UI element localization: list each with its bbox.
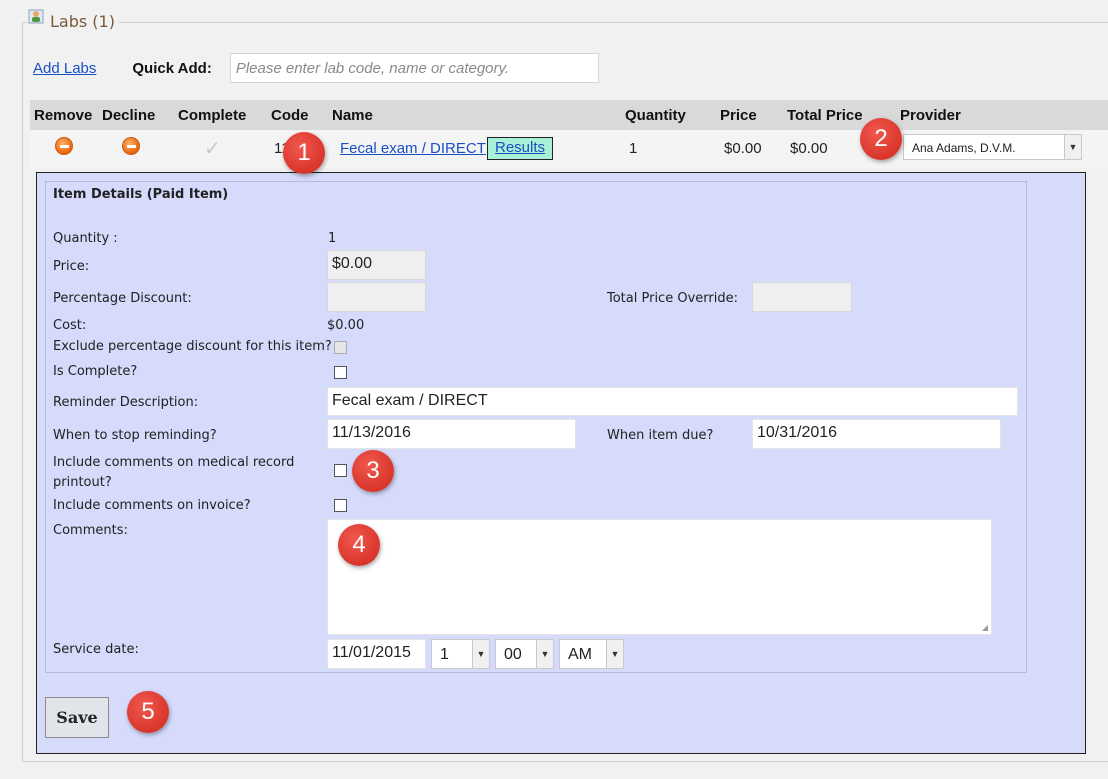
hour-select[interactable]: 1 ▼ bbox=[431, 639, 490, 669]
callout-badge-1: 1 bbox=[283, 132, 325, 174]
resize-handle-icon[interactable]: ◢ bbox=[982, 623, 988, 632]
details-title: Item Details (Paid Item) bbox=[53, 187, 229, 202]
header-total-price: Total Price bbox=[787, 107, 863, 124]
save-button[interactable]: Save bbox=[45, 697, 109, 738]
quantity-value: 1 bbox=[328, 231, 337, 246]
include-medical-label-line2: printout? bbox=[53, 475, 112, 490]
provider-select[interactable]: Ana Adams, D.V.M. ▼ bbox=[903, 134, 1082, 160]
lab-user-icon bbox=[28, 9, 44, 23]
exclude-discount-checkbox[interactable] bbox=[334, 341, 347, 354]
header-price: Price bbox=[720, 107, 757, 124]
quick-add-label: Quick Add: bbox=[132, 59, 212, 77]
comments-textarea[interactable]: ◢ bbox=[327, 519, 992, 635]
percentage-discount-label: Percentage Discount: bbox=[53, 291, 192, 306]
include-medical-checkbox[interactable] bbox=[334, 464, 347, 477]
row-quantity: 1 bbox=[629, 140, 638, 157]
include-medical-label-line1: Include comments on medical record bbox=[53, 455, 295, 470]
reminder-description-field[interactable]: Fecal exam / DIRECT bbox=[327, 387, 1018, 416]
quantity-label: Quantity : bbox=[53, 231, 118, 246]
minute-select[interactable]: 00 ▼ bbox=[495, 639, 554, 669]
cost-value: $0.00 bbox=[327, 318, 365, 333]
row-name-link[interactable]: Fecal exam / DIRECT bbox=[340, 140, 486, 157]
table-header: Remove Decline Complete Code Name Quanti… bbox=[30, 100, 1108, 130]
header-decline: Decline bbox=[102, 107, 156, 124]
item-due-label: When item due? bbox=[607, 428, 714, 443]
section-legend: Labs (1) bbox=[28, 9, 119, 31]
total-price-override-label: Total Price Override: bbox=[607, 291, 738, 306]
ampm-value: AM bbox=[568, 646, 592, 663]
service-date-field[interactable]: 11/01/2015 bbox=[327, 639, 426, 669]
stop-reminding-field[interactable]: 11/13/2016 bbox=[327, 419, 576, 449]
callout-badge-2: 2 bbox=[860, 118, 902, 160]
callout-badge-3: 3 bbox=[352, 450, 394, 492]
header-name: Name bbox=[332, 107, 373, 124]
header-remove: Remove bbox=[34, 107, 93, 124]
comments-label: Comments: bbox=[53, 523, 128, 538]
include-invoice-checkbox[interactable] bbox=[334, 499, 347, 512]
section-title: Labs (1) bbox=[50, 12, 115, 31]
stop-reminding-label: When to stop reminding? bbox=[53, 428, 217, 443]
add-labs-link[interactable]: Add Labs bbox=[33, 60, 96, 77]
cost-label: Cost: bbox=[53, 318, 87, 333]
header-quantity: Quantity bbox=[625, 107, 686, 124]
service-date-label: Service date: bbox=[53, 642, 139, 657]
reminder-description-label: Reminder Description: bbox=[53, 395, 199, 410]
hour-value: 1 bbox=[440, 646, 449, 663]
percentage-discount-field[interactable] bbox=[327, 282, 426, 312]
minute-value: 00 bbox=[504, 646, 522, 663]
is-complete-checkbox[interactable] bbox=[334, 366, 347, 379]
chevron-down-icon: ▼ bbox=[472, 640, 489, 668]
is-complete-label: Is Complete? bbox=[53, 364, 138, 379]
decline-minus-circle-icon[interactable] bbox=[122, 137, 140, 155]
header-code: Code bbox=[271, 107, 309, 124]
labs-toolbar: Add Labs Quick Add: bbox=[33, 52, 599, 84]
chevron-down-icon: ▼ bbox=[606, 640, 623, 668]
row-total-price: $0.00 bbox=[790, 140, 828, 157]
chevron-down-icon: ▼ bbox=[536, 640, 553, 668]
exclude-discount-label: Exclude percentage discount for this ite… bbox=[53, 339, 332, 354]
quick-add-input[interactable] bbox=[229, 53, 599, 83]
price-field[interactable]: $0.00 bbox=[327, 250, 426, 280]
callout-badge-4: 4 bbox=[338, 524, 380, 566]
header-complete: Complete bbox=[178, 107, 247, 124]
item-due-field[interactable]: 10/31/2016 bbox=[752, 419, 1001, 449]
callout-badge-5: 5 bbox=[127, 691, 169, 733]
remove-minus-circle-icon[interactable] bbox=[55, 137, 73, 155]
complete-checkmark-icon[interactable]: ✓ bbox=[204, 136, 221, 160]
item-details-panel: Item Details (Paid Item) Quantity : 1 Pr… bbox=[36, 172, 1086, 754]
ampm-select[interactable]: AM ▼ bbox=[559, 639, 624, 669]
table-row: ✓ 11 Fecal exam / DIRECT Results 1 $0.00… bbox=[30, 130, 1108, 168]
include-invoice-label: Include comments on invoice? bbox=[53, 498, 251, 513]
price-label: Price: bbox=[53, 259, 90, 274]
total-price-override-field[interactable] bbox=[752, 282, 852, 312]
provider-value: Ana Adams, D.V.M. bbox=[912, 141, 1016, 155]
results-button[interactable]: Results bbox=[487, 137, 554, 160]
chevron-down-icon: ▼ bbox=[1064, 135, 1081, 159]
row-price: $0.00 bbox=[724, 140, 762, 157]
header-provider: Provider bbox=[900, 107, 961, 124]
